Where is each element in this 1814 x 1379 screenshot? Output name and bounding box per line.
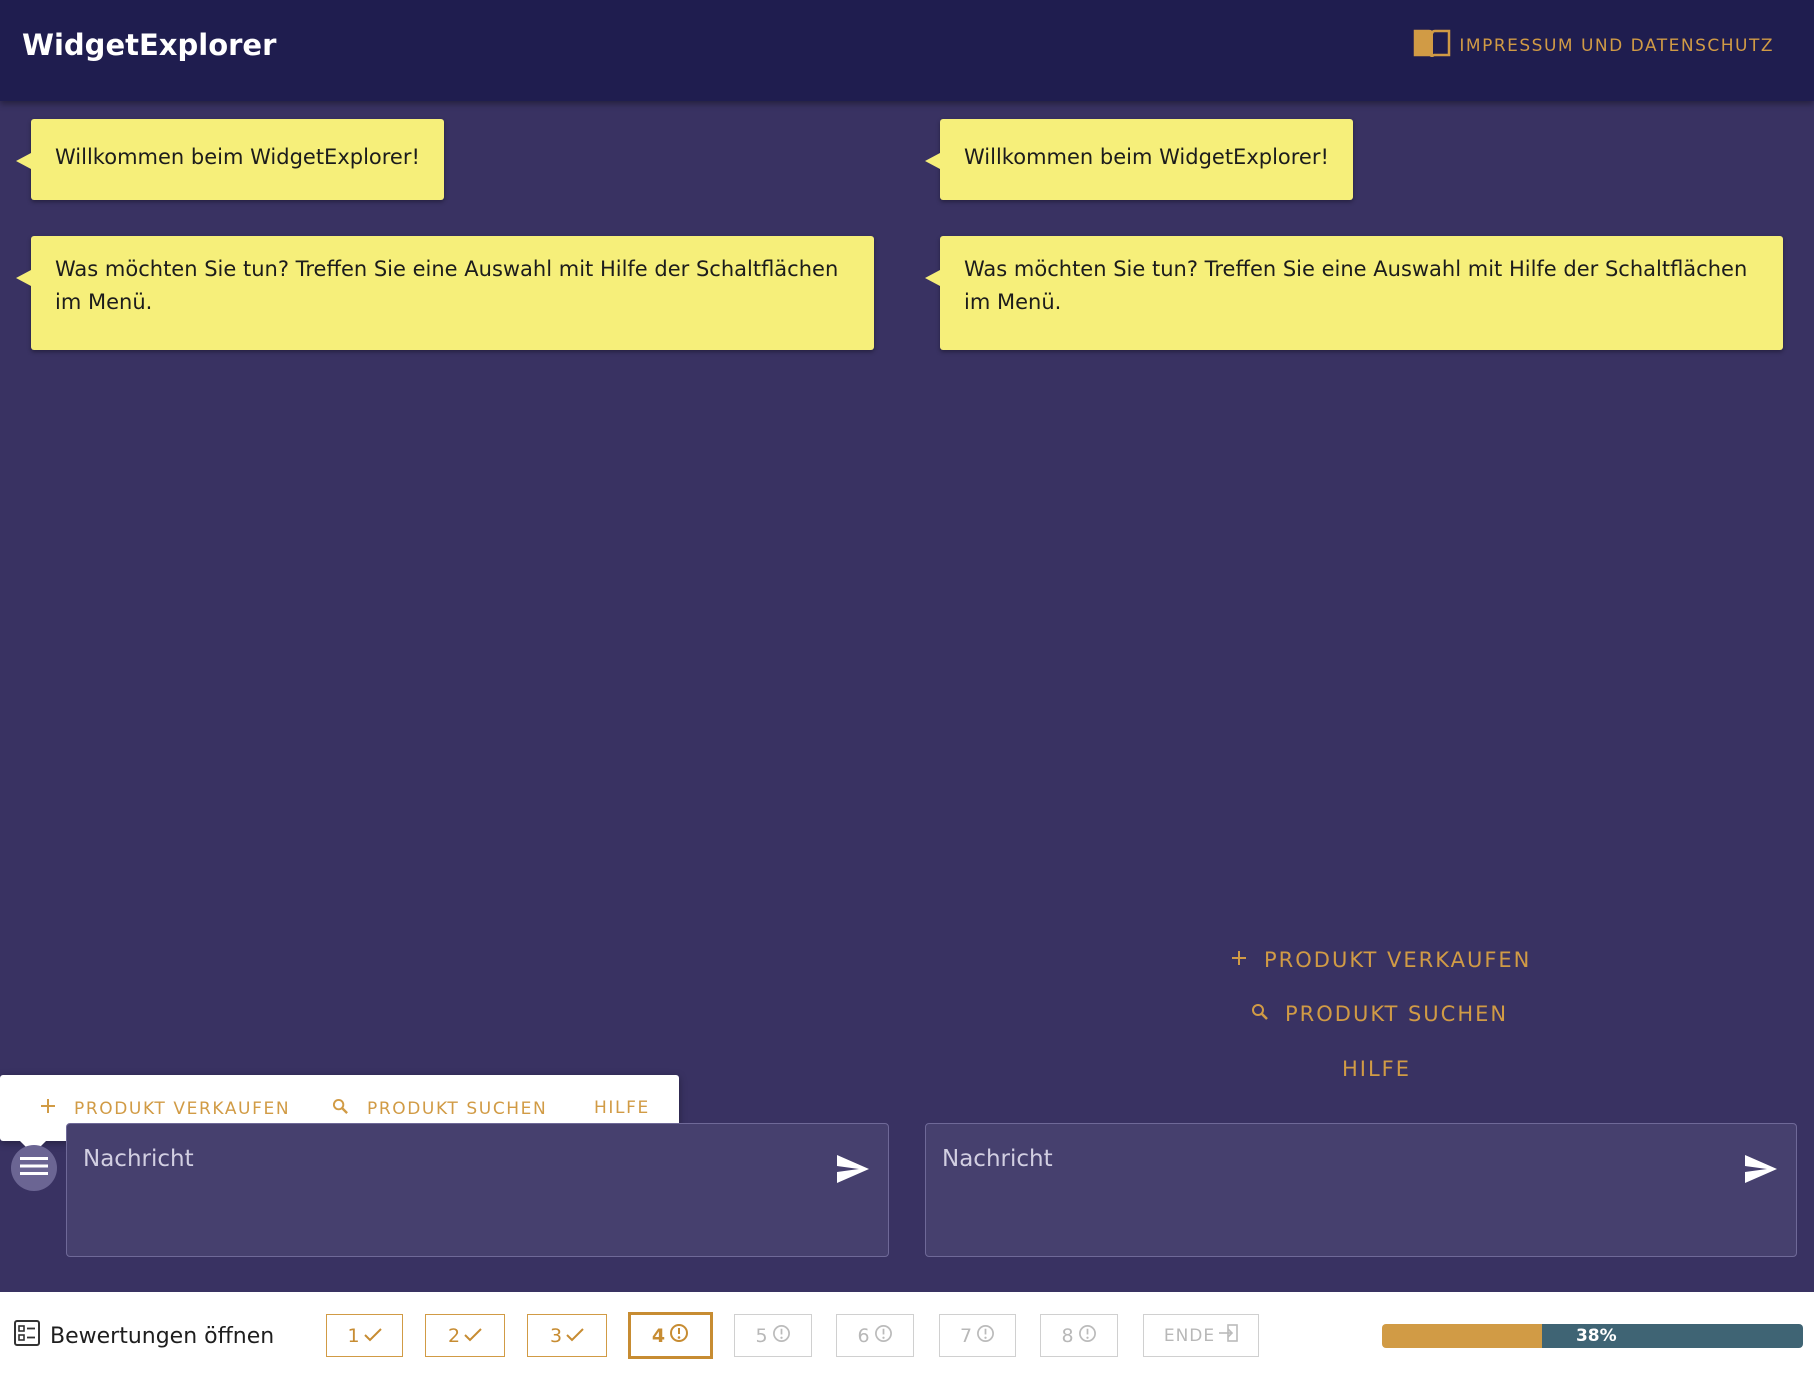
check-icon: [363, 1325, 382, 1347]
message-box-left: [66, 1123, 889, 1257]
search-product-label: PRODUKT SUCHEN: [1285, 1002, 1509, 1026]
step-2-button[interactable]: 2: [425, 1314, 505, 1357]
alert-circle-icon: [1078, 1324, 1097, 1348]
impressum-link[interactable]: IMPRESSUM UND DATENSCHUTZ: [1413, 28, 1774, 63]
step-label: 8: [1061, 1324, 1075, 1347]
send-icon[interactable]: [836, 1154, 870, 1184]
message-input-right[interactable]: [942, 1146, 1551, 1172]
chat-bubble-question-right: Was möchten Sie tun? Treffen Sie eine Au…: [925, 236, 1783, 350]
message-input-left[interactable]: [83, 1146, 658, 1172]
app-header: WidgetExplorer IMPRESSUM UND DATENSCHUTZ: [0, 0, 1814, 101]
progress-percent-label: 38%: [1575, 1326, 1617, 1346]
help-button-right[interactable]: HILFE: [1342, 1057, 1411, 1081]
help-button-left[interactable]: HILFE: [594, 1098, 650, 1118]
search-product-button-left[interactable]: PRODUKT SUCHEN: [332, 1098, 547, 1120]
impressum-label: IMPRESSUM UND DATENSCHUTZ: [1459, 35, 1774, 56]
sell-product-label: PRODUKT VERKAUFEN: [74, 1098, 291, 1119]
alert-circle-icon: [976, 1324, 995, 1348]
search-icon: [1251, 1002, 1285, 1026]
app-title: WidgetExplorer: [22, 28, 277, 62]
plus-icon: [1230, 948, 1264, 972]
chat-bubble-welcome-left: Willkommen beim WidgetExplorer!: [16, 119, 444, 200]
menu-toggle-button[interactable]: [11, 1145, 57, 1191]
step-label: 5: [755, 1324, 769, 1347]
search-product-label: PRODUKT SUCHEN: [367, 1099, 548, 1119]
step-1-button[interactable]: 1: [326, 1314, 403, 1357]
step-7-button[interactable]: 7: [939, 1314, 1016, 1357]
check-icon: [464, 1325, 482, 1347]
open-ratings-button[interactable]: Bewertungen öffnen: [14, 1320, 274, 1352]
progress-remaining: 38%: [1541, 1324, 1803, 1348]
footer-bar: Bewertungen öffnen 1 2 3 4 5 6 7 8 ENDE: [0, 1292, 1814, 1379]
help-label: HILFE: [1342, 1057, 1412, 1081]
alert-circle-icon: [772, 1324, 791, 1348]
step-3-button[interactable]: 3: [527, 1314, 607, 1357]
plus-icon: [40, 1098, 74, 1119]
search-product-button-right[interactable]: PRODUKT SUCHEN: [1251, 1002, 1508, 1026]
step-8-button[interactable]: 8: [1040, 1314, 1118, 1357]
step-label: 2: [447, 1324, 462, 1347]
step-label: 6: [857, 1324, 871, 1347]
step-4-button[interactable]: 4: [628, 1312, 713, 1359]
sell-product-button-left[interactable]: PRODUKT VERKAUFEN: [40, 1098, 290, 1119]
progress-bar: 38%: [1382, 1324, 1803, 1348]
step-label: 7: [959, 1324, 974, 1347]
step-6-button[interactable]: 6: [836, 1314, 914, 1357]
sell-product-label: PRODUKT VERKAUFEN: [1264, 948, 1532, 972]
step-label: ENDE: [1163, 1325, 1216, 1346]
alert-circle-icon: [669, 1323, 689, 1348]
hamburger-icon: [20, 1155, 48, 1181]
alert-circle-icon: [874, 1324, 893, 1348]
progress-fill: [1382, 1324, 1542, 1348]
step-label: 3: [549, 1324, 564, 1347]
help-label: HILFE: [594, 1098, 650, 1118]
step-5-button[interactable]: 5: [734, 1314, 812, 1357]
step-end-button[interactable]: ENDE: [1143, 1314, 1259, 1357]
send-icon[interactable]: [1744, 1154, 1778, 1184]
chat-bubble-question-left: Was möchten Sie tun? Treffen Sie eine Au…: [16, 236, 874, 350]
step-label: 4: [651, 1324, 667, 1347]
message-box-right: [925, 1123, 1797, 1257]
step-label: 1: [347, 1324, 361, 1347]
book-icon: [1413, 28, 1451, 63]
ratings-label: Bewertungen öffnen: [50, 1323, 275, 1349]
exit-icon: [1218, 1324, 1238, 1347]
check-icon: [566, 1325, 584, 1347]
search-icon: [332, 1098, 367, 1120]
checklist-icon: [14, 1320, 40, 1352]
sell-product-button-right[interactable]: PRODUKT VERKAUFEN: [1230, 948, 1531, 972]
chat-bubble-welcome-right: Willkommen beim WidgetExplorer!: [925, 119, 1353, 200]
